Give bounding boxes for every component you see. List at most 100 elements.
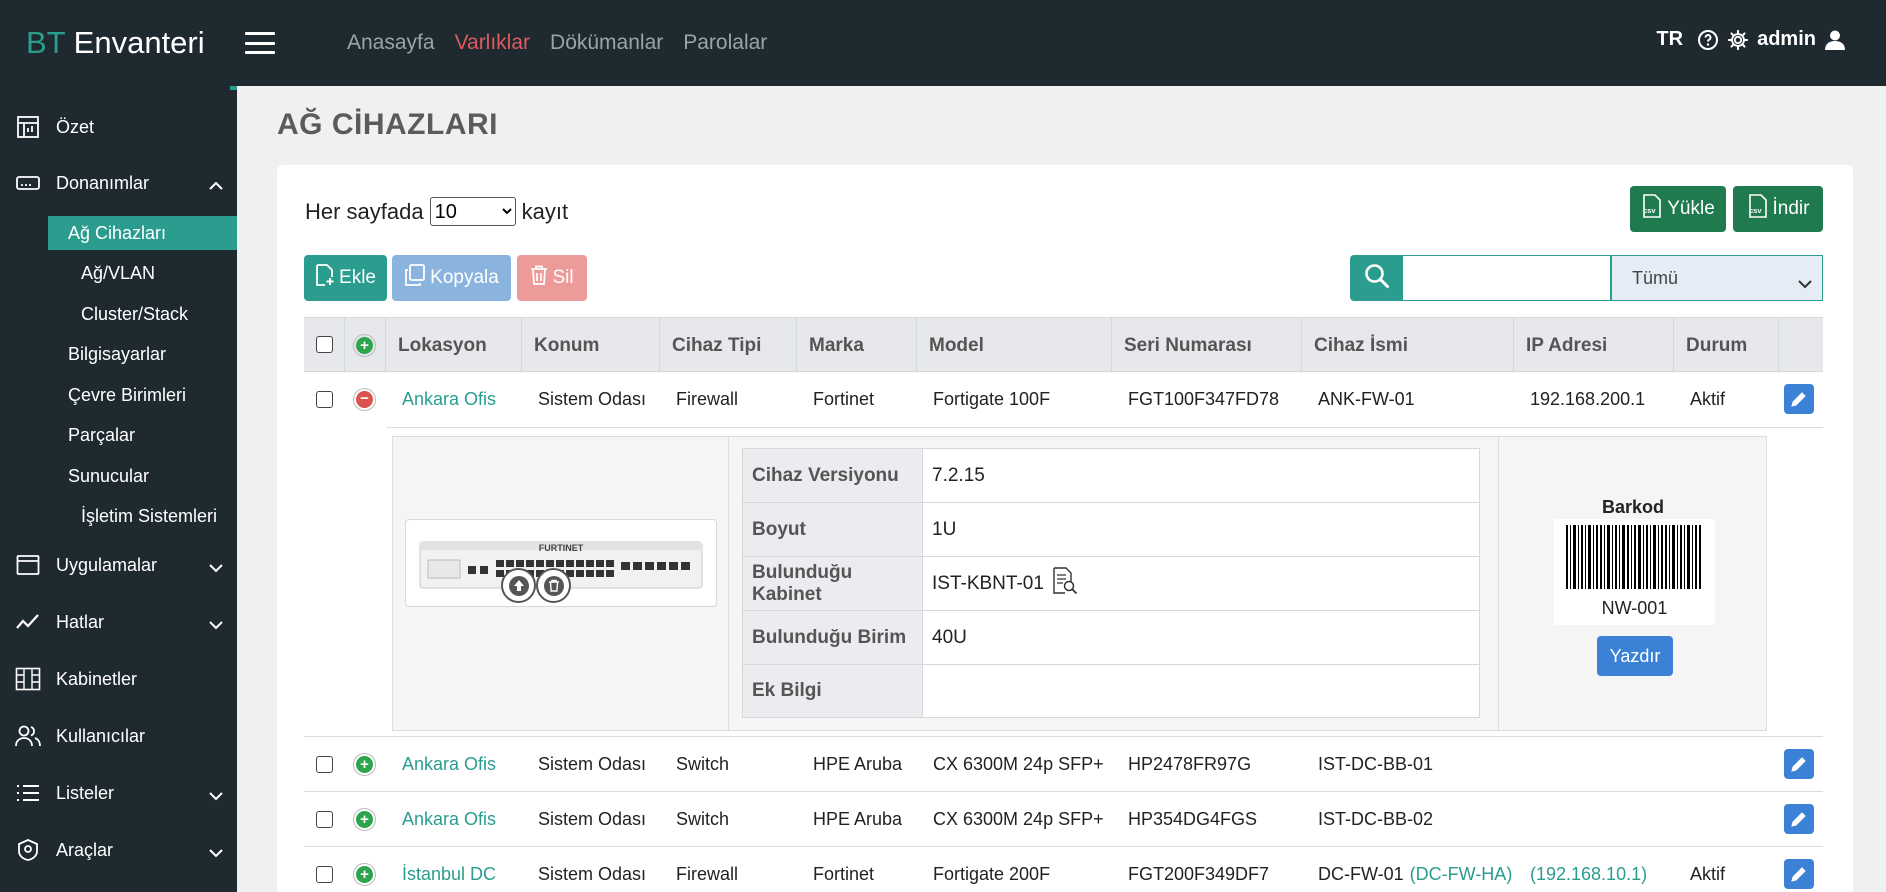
per-page-select[interactable]: 10 bbox=[429, 197, 516, 226]
edit-pencil-icon[interactable] bbox=[1784, 804, 1814, 834]
col-durum[interactable]: Durum bbox=[1674, 318, 1779, 373]
add-label: Ekle bbox=[339, 267, 376, 288]
users-icon bbox=[14, 722, 42, 750]
location-link[interactable]: Ankara Ofis bbox=[402, 809, 496, 830]
edit-pencil-icon[interactable] bbox=[1784, 859, 1814, 889]
help-icon[interactable] bbox=[1697, 29, 1719, 51]
col-ip-adresi[interactable]: IP Adresi bbox=[1514, 318, 1674, 373]
sidebar-label: Araçlar bbox=[56, 839, 114, 860]
cell-konum: Sistem Odası bbox=[538, 754, 647, 774]
sidebar-item-ozet[interactable]: Özet bbox=[0, 107, 237, 147]
copy-button[interactable]: Kopyala bbox=[392, 255, 511, 301]
cell-isim: DC-FW-01 (DC-FW-HA) bbox=[1302, 847, 1512, 892]
row-checkbox[interactable] bbox=[316, 391, 333, 408]
username[interactable]: admin bbox=[1757, 28, 1816, 51]
upload-csv-button[interactable]: csv Yükle bbox=[1630, 186, 1726, 232]
col-seri-numarasi[interactable]: Seri Numarası bbox=[1112, 318, 1302, 373]
cell-model: Fortigate 200F bbox=[933, 864, 1051, 884]
location-link[interactable]: Ankara Ofis bbox=[402, 389, 496, 410]
cell-marka: Fortinet bbox=[813, 389, 875, 409]
sidebar-item-hatlar[interactable]: Hatlar bbox=[0, 602, 237, 642]
expand-all-icon[interactable]: + bbox=[353, 334, 376, 357]
nav-dokumanlar[interactable]: Dökümanlar bbox=[550, 31, 663, 55]
brand-logo[interactable]: BT Envanteri bbox=[0, 25, 237, 61]
row-divider bbox=[386, 427, 1823, 428]
device-details-table: Cihaz Versiyonu 7.2.15 Boyut 1U Bulunduğ… bbox=[742, 448, 1480, 718]
upload-image-icon[interactable] bbox=[501, 568, 536, 603]
sidebar-item-ag-vlan[interactable]: Ağ/VLAN bbox=[81, 256, 155, 290]
sidebar-item-ag-cihazlari[interactable]: Ağ Cihazları bbox=[48, 216, 237, 250]
cell-seri: FGT200F349DF7 bbox=[1128, 864, 1270, 884]
col-konum[interactable]: Konum bbox=[522, 318, 660, 373]
select-all-checkbox[interactable] bbox=[316, 336, 333, 353]
cell-tip: Switch bbox=[676, 809, 730, 829]
document-search-icon[interactable] bbox=[1052, 566, 1078, 601]
col-cihaz-ismi[interactable]: Cihaz İsmi bbox=[1302, 318, 1514, 373]
nav-anasayfa[interactable]: Anasayfa bbox=[347, 31, 435, 55]
collapse-row-icon[interactable]: − bbox=[353, 388, 376, 411]
brand-name: Envanteri bbox=[65, 25, 205, 60]
table-row[interactable]: + Ankara Ofis Sistem Odası Switch HPE Ar… bbox=[304, 792, 1823, 847]
sidebar-item-uygulamalar[interactable]: Uygulamalar bbox=[0, 545, 237, 585]
detail-row-version: Cihaz Versiyonu 7.2.15 bbox=[742, 448, 1480, 502]
settings-gear-icon[interactable] bbox=[1727, 29, 1749, 51]
hamburger-menu-icon[interactable] bbox=[245, 32, 275, 54]
cell-ip: 192.168.200.1 bbox=[1530, 389, 1646, 409]
user-icon[interactable] bbox=[1824, 29, 1846, 51]
nav-varliklar[interactable]: Varlıklar bbox=[455, 31, 530, 55]
expand-row-icon[interactable]: + bbox=[353, 753, 376, 776]
add-button[interactable]: Ekle bbox=[304, 255, 387, 301]
sidebar-item-cluster-stack[interactable]: Cluster/Stack bbox=[81, 297, 188, 331]
sidebar-item-araclar[interactable]: Araçlar bbox=[0, 830, 237, 870]
detail-row-size: Boyut 1U bbox=[742, 502, 1480, 556]
row-detail-panel: FURTINET Cihaz Versiyonu 7.2.15 Boyut 1U… bbox=[392, 436, 1767, 731]
nav-parolalar[interactable]: Parolalar bbox=[683, 31, 767, 55]
device-brand-logo: FURTINET bbox=[539, 543, 584, 553]
sidebar-item-isletim-sistemleri[interactable]: İşletim Sistemleri bbox=[81, 499, 217, 533]
expand-row-icon[interactable]: + bbox=[353, 863, 376, 886]
download-csv-button[interactable]: csv İndir bbox=[1733, 186, 1823, 232]
status-filter-select[interactable]: Tümü bbox=[1611, 255, 1823, 301]
col-cihaz-tipi[interactable]: Cihaz Tipi bbox=[660, 318, 797, 373]
search-input[interactable] bbox=[1403, 255, 1611, 301]
table-row[interactable]: + İstanbul DC Sistem Odası Firewall Fort… bbox=[304, 847, 1823, 892]
table-row[interactable]: − Ankara Ofis Sistem Odası Firewall Fort… bbox=[304, 372, 1823, 427]
device-name: DC-FW-01 bbox=[1318, 864, 1404, 884]
row-checkbox[interactable] bbox=[316, 811, 333, 828]
sidebar-item-bilgisayarlar[interactable]: Bilgisayarlar bbox=[68, 337, 166, 371]
edit-pencil-icon[interactable] bbox=[1784, 749, 1814, 779]
sidebar-item-parcalar[interactable]: Parçalar bbox=[68, 418, 135, 452]
cell-konum: Sistem Odası bbox=[538, 864, 647, 884]
copy-icon bbox=[404, 264, 426, 292]
chevron-down-icon bbox=[1798, 273, 1812, 294]
print-barcode-button[interactable]: Yazdır bbox=[1597, 636, 1673, 676]
edit-pencil-icon[interactable] bbox=[1784, 384, 1814, 414]
row-checkbox[interactable] bbox=[316, 866, 333, 883]
ip-link[interactable]: (192.168.10.1) bbox=[1530, 864, 1647, 885]
expand-row-icon[interactable]: + bbox=[353, 808, 376, 831]
sidebar-item-kabinetler[interactable]: Kabinetler bbox=[0, 659, 237, 699]
sidebar-item-donanimlar[interactable]: Donanımlar bbox=[0, 163, 237, 203]
sidebar-item-listeler[interactable]: Listeler bbox=[0, 773, 237, 813]
sidebar-item-sunucular[interactable]: Sunucular bbox=[68, 459, 149, 493]
search-button[interactable] bbox=[1350, 255, 1403, 301]
barcode-image bbox=[1554, 519, 1715, 595]
sidebar-item-cevre-birimleri[interactable]: Çevre Birimleri bbox=[68, 378, 186, 412]
col-marka[interactable]: Marka bbox=[797, 318, 917, 373]
row-checkbox[interactable] bbox=[316, 756, 333, 773]
delete-image-icon[interactable] bbox=[536, 568, 571, 603]
col-model[interactable]: Model bbox=[917, 318, 1112, 373]
detail-value: 40U bbox=[923, 611, 1479, 664]
detail-divider bbox=[728, 437, 729, 730]
ha-pair-link[interactable]: (DC-FW-HA) bbox=[1410, 864, 1513, 885]
sidebar: Özet Donanımlar Ağ Cihazları Ağ/VLAN Clu… bbox=[0, 86, 237, 892]
location-link[interactable]: Ankara Ofis bbox=[402, 754, 496, 775]
language-selector[interactable]: TR bbox=[1656, 28, 1683, 51]
location-link[interactable]: İstanbul DC bbox=[402, 864, 496, 885]
delete-button[interactable]: Sil bbox=[517, 255, 587, 301]
detail-value bbox=[923, 665, 1479, 717]
col-lokasyon[interactable]: Lokasyon bbox=[386, 318, 522, 373]
table-row[interactable]: + Ankara Ofis Sistem Odası Switch HPE Ar… bbox=[304, 737, 1823, 792]
hardware-icon bbox=[14, 169, 42, 197]
sidebar-item-kullanicilar[interactable]: Kullanıcılar bbox=[0, 716, 237, 756]
